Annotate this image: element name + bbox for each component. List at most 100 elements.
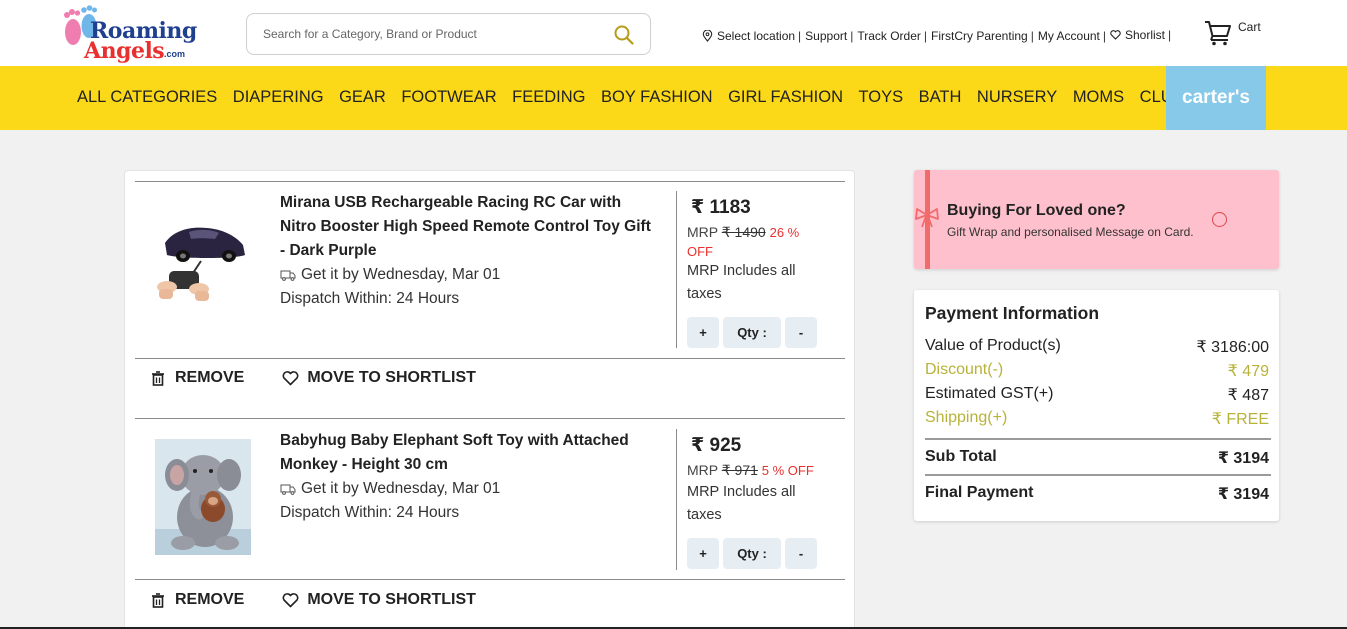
- row-value: ₹ 3186:00: [1196, 339, 1269, 356]
- link-separator: |: [1102, 29, 1106, 43]
- delivery-info: Get it by Wednesday, Mar 01: [280, 477, 500, 501]
- qty-label: Qty :: [723, 538, 781, 569]
- qty-increase-button[interactable]: +: [687, 538, 719, 569]
- nav-item-footwear[interactable]: FOOTWEAR: [401, 88, 496, 107]
- remove-button[interactable]: REMOVE: [151, 369, 244, 387]
- link-separator: |: [1168, 27, 1172, 42]
- value-of-products-row: Value of Product(s) ₹ 3186:00: [925, 337, 1269, 357]
- divider: [925, 474, 1271, 476]
- truck-icon: [280, 270, 296, 281]
- nav-item-girl-fashion[interactable]: GIRL FASHION: [728, 88, 843, 107]
- heart-icon: [282, 592, 299, 607]
- discount-badge: 5 % OFF: [761, 463, 814, 478]
- nav-item-feeding[interactable]: FEEDING: [512, 88, 585, 107]
- cart-label: Cart: [1238, 20, 1261, 34]
- logo-text-com: .com: [164, 49, 186, 59]
- divider: [925, 438, 1271, 440]
- gift-wrap-card[interactable]: Buying For Loved one? Gift Wrap and pers…: [914, 170, 1279, 269]
- truck-icon: [280, 484, 296, 495]
- row-value: ₹ 487: [1227, 387, 1269, 404]
- subtotal-label: Sub Total: [925, 448, 997, 465]
- qty-decrease-button[interactable]: -: [785, 538, 817, 569]
- search-icon[interactable]: [613, 24, 635, 46]
- site-logo[interactable]: Roaming Angels .com: [60, 4, 210, 64]
- link-separator: |: [850, 29, 854, 43]
- divider: [135, 181, 845, 182]
- final-payment-label: Final Payment: [925, 484, 1034, 501]
- move-to-shortlist-label: MOVE TO SHORTLIST: [307, 369, 476, 386]
- nav-item-gear[interactable]: GEAR: [339, 88, 386, 107]
- mrp-label: MRP: [687, 224, 718, 240]
- nav-item-bath[interactable]: BATH: [919, 88, 962, 107]
- trash-icon: [152, 592, 164, 608]
- logo-text-angels: Angels: [84, 38, 165, 64]
- select-location-link[interactable]: Select location: [702, 29, 795, 43]
- ribbon-bow-icon: [915, 208, 939, 228]
- carters-brand-tab[interactable]: carter's: [1166, 66, 1266, 130]
- nav-item-boy-fashion[interactable]: BOY FASHION: [601, 88, 713, 107]
- final-payment-value: ₹ 3194: [1217, 486, 1269, 503]
- track-order-link[interactable]: Track Order: [857, 29, 921, 43]
- gift-wrap-radio[interactable]: [1212, 212, 1227, 227]
- discount-row: Discount(-) ₹ 479: [925, 361, 1269, 381]
- link-separator: |: [1030, 29, 1034, 43]
- link-separator: |: [923, 29, 928, 43]
- mrp-label: MRP: [687, 462, 718, 478]
- my-account-link[interactable]: My Account: [1038, 29, 1100, 43]
- delivery-info: Get it by Wednesday, Mar 01: [280, 263, 500, 287]
- search-box: [246, 13, 651, 55]
- nav-item-moms[interactable]: MOMS: [1073, 88, 1124, 107]
- shipping-row: Shipping(+) ₹ FREE: [925, 409, 1269, 429]
- gift-subtitle: Gift Wrap and personalised Message on Ca…: [947, 225, 1194, 239]
- category-nav: ALL CATEGORIES DIAPERING GEAR FOOTWEAR F…: [0, 66, 1347, 130]
- quantity-stepper: + Qty : -: [687, 317, 817, 348]
- move-to-shortlist-button[interactable]: MOVE TO SHORTLIST: [282, 591, 476, 609]
- row-label: Discount(-): [925, 361, 1004, 378]
- gift-title: Buying For Loved one?: [947, 202, 1126, 219]
- elephant-toy-product-image[interactable]: [155, 439, 251, 555]
- remove-label: REMOVE: [175, 591, 245, 608]
- product-name[interactable]: Mirana USB Rechargeable Racing RC Car wi…: [280, 191, 660, 263]
- row-label: Shipping(+): [925, 409, 1008, 426]
- row-label: Estimated GST(+): [925, 385, 1054, 402]
- nav-item-all-categories[interactable]: ALL CATEGORIES: [77, 88, 217, 107]
- support-link[interactable]: Support: [805, 29, 847, 43]
- delivery-date: Get it by Wednesday, Mar 01: [301, 266, 501, 283]
- move-to-shortlist-button[interactable]: MOVE TO SHORTLIST: [282, 369, 476, 387]
- heart-icon: [282, 370, 299, 385]
- shortlist-link[interactable]: Shorlist: [1110, 28, 1165, 42]
- firstcry-parenting-link[interactable]: FirstCry Parenting: [931, 29, 1028, 43]
- heart-icon: [1110, 29, 1121, 40]
- nav-item-nursery[interactable]: NURSERY: [977, 88, 1057, 107]
- nav-item-toys[interactable]: TOYS: [859, 88, 904, 107]
- mrp-info: MRP ₹ 971 5 % OFF: [687, 461, 837, 480]
- qty-decrease-button[interactable]: -: [785, 317, 817, 348]
- item-actions: REMOVE MOVE TO SHORTLIST: [151, 369, 476, 387]
- mrp-value: ₹ 1490: [721, 224, 766, 240]
- qty-increase-button[interactable]: +: [687, 317, 719, 348]
- nav-item-diapering[interactable]: DIAPERING: [233, 88, 324, 107]
- divider: [135, 418, 845, 419]
- qty-label: Qty :: [723, 317, 781, 348]
- cart-items-panel: Mirana USB Rechargeable Racing RC Car wi…: [124, 170, 855, 629]
- estimated-gst-row: Estimated GST(+) ₹ 487: [925, 385, 1269, 405]
- product-name[interactable]: Babyhug Baby Elephant Soft Toy with Atta…: [280, 429, 660, 477]
- cart-link[interactable]: Cart: [1204, 20, 1261, 46]
- link-separator: |: [798, 29, 802, 43]
- remove-button[interactable]: REMOVE: [151, 591, 244, 609]
- remove-label: REMOVE: [175, 369, 245, 386]
- final-payment-row: Final Payment ₹ 3194: [925, 484, 1269, 504]
- subtotal-row: Sub Total ₹ 3194: [925, 448, 1269, 468]
- sale-price: ₹ 925: [691, 435, 742, 456]
- payment-information-panel: Payment Information Value of Product(s) …: [914, 290, 1279, 521]
- row-value: ₹ FREE: [1211, 411, 1269, 428]
- row-value: ₹ 479: [1227, 363, 1269, 380]
- search-input[interactable]: [263, 14, 603, 54]
- mrp-value: ₹ 971: [721, 462, 758, 478]
- tax-note: MRP Includes all taxes: [687, 263, 796, 302]
- top-links: Select location | Support | Track Order …: [702, 27, 1175, 45]
- rc-car-product-image[interactable]: [155, 201, 251, 317]
- divider: [135, 358, 845, 359]
- delivery-date: Get it by Wednesday, Mar 01: [301, 480, 501, 497]
- shortlist-label: Shorlist: [1125, 27, 1166, 42]
